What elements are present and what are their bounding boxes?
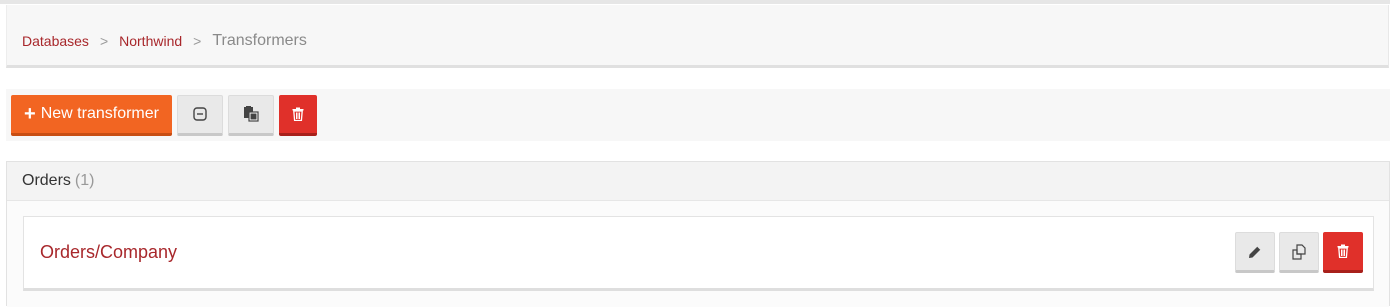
paste-button[interactable] — [228, 94, 274, 136]
breadcrumb-databases[interactable]: Databases — [22, 33, 89, 49]
top-rule — [0, 0, 1390, 4]
collapse-icon — [193, 107, 207, 121]
pencil-icon — [1248, 245, 1262, 259]
copy-transformer-button[interactable] — [1279, 232, 1319, 273]
delete-transformer-button[interactable] — [1323, 232, 1363, 273]
group-heading[interactable]: Orders (1) — [7, 162, 1389, 201]
transformer-item: Orders/Company — [23, 216, 1374, 291]
group-title: Orders — [22, 172, 71, 189]
collapse-all-button[interactable] — [177, 94, 223, 136]
transformer-actions — [1235, 232, 1363, 273]
breadcrumb-separator: > — [193, 33, 202, 49]
trash-icon — [1337, 244, 1349, 258]
new-transformer-button[interactable]: + New transformer — [11, 94, 172, 136]
group-body: Orders/Company — [7, 201, 1389, 307]
edit-transformer-button[interactable] — [1235, 232, 1275, 273]
transformer-group-panel: Orders (1) Orders/Company — [6, 161, 1390, 307]
breadcrumb-separator: > — [99, 33, 109, 49]
plus-icon: + — [24, 102, 36, 125]
transformer-name-link[interactable]: Orders/Company — [40, 242, 177, 263]
copy-icon — [1291, 243, 1307, 260]
group-count: (1) — [74, 172, 95, 189]
paste-icon — [243, 106, 259, 122]
new-transformer-label: New transformer — [40, 104, 159, 122]
breadcrumb-current: Transformers — [212, 32, 307, 49]
toolbar: + New transformer — [6, 89, 1390, 141]
delete-all-button[interactable] — [279, 94, 317, 136]
breadcrumb: Databases > Northwind > Transformers — [6, 5, 1389, 68]
trash-icon — [292, 107, 304, 121]
breadcrumb-northwind[interactable]: Northwind — [119, 33, 182, 49]
